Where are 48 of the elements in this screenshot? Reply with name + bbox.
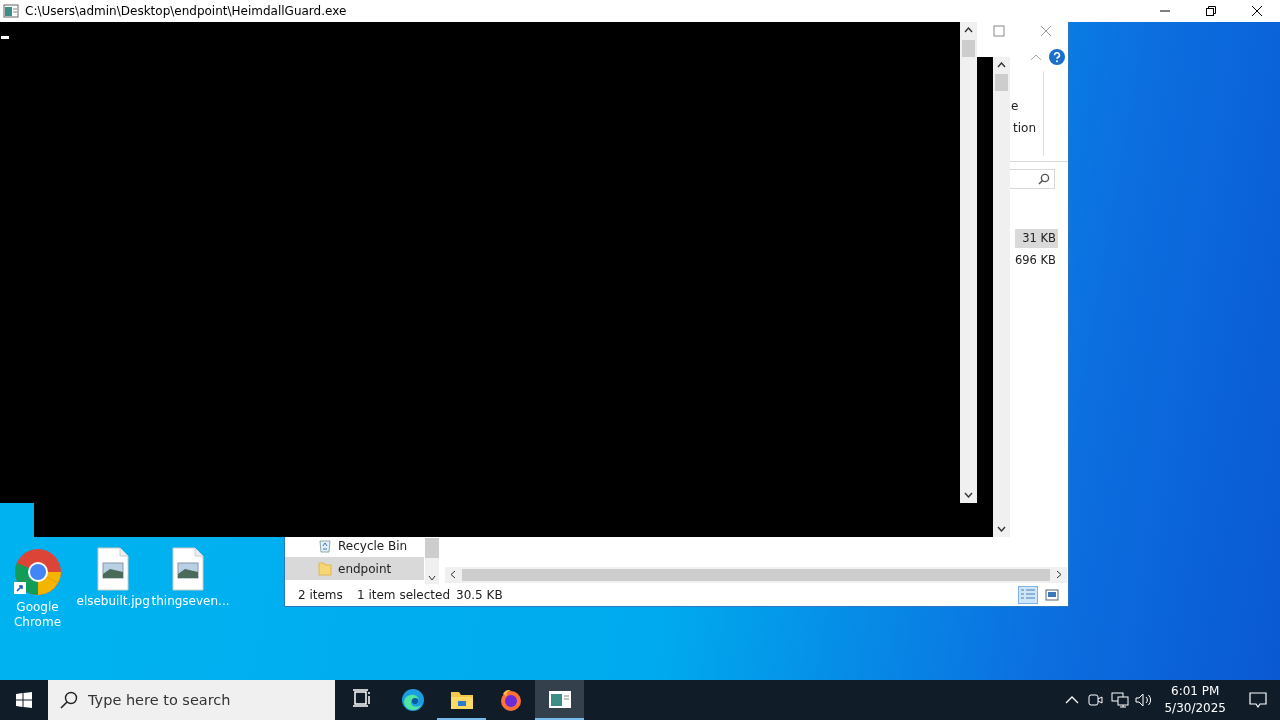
- windows-icon: [16, 692, 32, 708]
- nav-item[interactable]: Recycle Bin: [285, 534, 424, 557]
- firefox-icon: [498, 688, 523, 712]
- console-icon: [3, 4, 19, 18]
- scroll-thumb[interactable]: [425, 538, 439, 558]
- scrollbar[interactable]: [960, 22, 977, 503]
- search-field[interactable]: Type here to search: [48, 680, 335, 720]
- scroll-down-icon[interactable]: [428, 575, 436, 581]
- size-cell: 31 KB: [1015, 229, 1058, 248]
- recycle-bin-icon: [318, 538, 332, 553]
- text-cursor: [1, 36, 9, 39]
- selection-info: 1 item selected: [357, 588, 451, 602]
- scroll-thumb[interactable]: [462, 569, 1050, 581]
- window-title: C:\Users\admin\Desktop\endpoint\HeimdallGuard.exe: [25, 4, 348, 18]
- help-icon[interactable]: [1049, 49, 1065, 65]
- edge-icon: [400, 688, 425, 712]
- item-count: 2 items: [298, 588, 344, 602]
- scroll-up-icon[interactable]: [964, 27, 973, 33]
- image-file-icon: [94, 547, 131, 591]
- taskbar-app-button[interactable]: [535, 680, 584, 720]
- thumbnail-view-button[interactable]: [1042, 586, 1062, 604]
- clock-time[interactable]: 6:01 PM: [1171, 683, 1220, 700]
- notification-icon[interactable]: [1249, 691, 1267, 709]
- scrollbar[interactable]: [993, 57, 1010, 537]
- close-icon: [1252, 6, 1262, 16]
- scrollbar[interactable]: [445, 567, 1067, 583]
- size-cell-text: 696 KB: [1013, 252, 1057, 269]
- search-icon[interactable]: [1038, 173, 1050, 185]
- scroll-left-icon[interactable]: [450, 570, 456, 579]
- scroll-thumb[interactable]: [962, 40, 975, 57]
- ribbon-label[interactable]: tion: [1013, 121, 1036, 135]
- scroll-down-icon[interactable]: [997, 526, 1006, 532]
- clock-date[interactable]: 5/30/2025: [1164, 700, 1226, 717]
- scrollbar[interactable]: [425, 538, 439, 584]
- thumbnail-view-icon: [1045, 589, 1059, 601]
- folder-icon: [318, 561, 332, 576]
- search-icon: [60, 691, 78, 709]
- chrome-icon: [12, 547, 63, 597]
- file-size: 30.5 KB: [456, 588, 503, 602]
- scroll-right-icon[interactable]: [1056, 570, 1062, 579]
- scroll-thumb[interactable]: [995, 74, 1008, 91]
- restore-icon: [1206, 6, 1216, 16]
- scroll-up-icon[interactable]: [997, 62, 1006, 68]
- scroll-down-icon[interactable]: [964, 492, 973, 498]
- ribbon-label[interactable]: e: [1011, 99, 1019, 113]
- details-view-icon: [1021, 589, 1035, 601]
- image-file-icon: [169, 547, 206, 591]
- nav-item[interactable]: endpoint: [285, 557, 424, 580]
